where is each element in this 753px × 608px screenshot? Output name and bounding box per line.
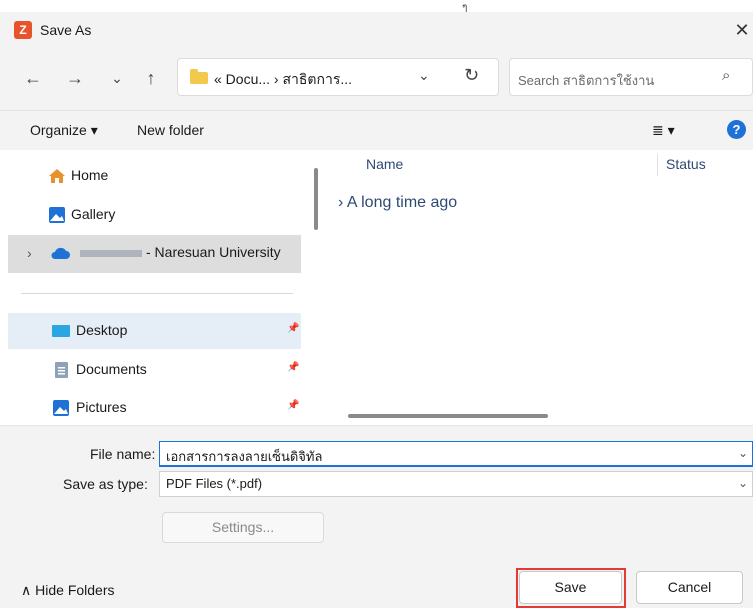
sidebar-item-label: Pictures — [76, 399, 127, 415]
sidebar-item-label: Documents — [76, 361, 147, 377]
file-list: Name Status › A long time ago — [326, 150, 753, 425]
command-bar: Organize ▾ New folder ≣ ▾ ? — [0, 110, 753, 150]
up-arrow-icon[interactable]: ↑ — [140, 66, 162, 90]
divider — [21, 293, 293, 294]
sidebar-item-documents[interactable]: Documents 📌 — [8, 352, 301, 388]
column-header-name[interactable]: Name — [366, 156, 403, 172]
search-icon[interactable]: ⌕ — [722, 67, 730, 84]
file-name-value: เอกสารการลงลายเซ็นดิจิทัล — [166, 449, 323, 464]
organize-button[interactable]: Organize ▾ — [30, 122, 98, 139]
chevron-down-icon[interactable]: ⌄ — [738, 446, 748, 460]
sidebar-item-onedrive[interactable]: › - Naresuan University — [8, 235, 301, 273]
gallery-icon — [49, 207, 65, 223]
home-icon — [49, 169, 65, 183]
hide-folders-button[interactable]: ∧ Hide Folders — [21, 582, 115, 599]
sidebar-item-label: Home — [71, 167, 109, 183]
save-type-value: PDF Files (*.pdf) — [166, 476, 263, 491]
column-header-status[interactable]: Status — [666, 156, 706, 172]
cancel-button[interactable]: Cancel — [636, 571, 743, 604]
title-bar: Z Save As ✕ — [0, 12, 753, 48]
forward-arrow-icon[interactable]: → — [64, 66, 86, 90]
desktop-icon — [52, 325, 70, 337]
refresh-icon[interactable]: ↻ — [464, 65, 479, 86]
save-options-panel: File name: เอกสารการลงลายเซ็นดิจิทัล ⌄ S… — [0, 425, 753, 608]
search-placeholder: Search สาธิตการใช้งาน — [518, 73, 655, 88]
horizontal-scrollbar[interactable] — [348, 414, 548, 418]
cloud-icon — [51, 247, 70, 259]
column-divider[interactable] — [657, 154, 658, 176]
back-arrow-icon[interactable]: ← — [22, 66, 44, 90]
search-input[interactable]: Search สาธิตการใช้งาน ⌕ — [509, 58, 753, 96]
sidebar-scrollbar[interactable] — [314, 168, 318, 230]
address-bar[interactable]: « Docu... › สาธิตการ... ⌄ ↻ — [177, 58, 499, 96]
navigation-bar: ← → ⌄ ↑ « Docu... › สาธิตการ... ⌄ ↻ Sear… — [0, 48, 753, 110]
sidebar-item-label: Desktop — [76, 322, 128, 338]
document-icon — [55, 362, 68, 378]
view-options-icon[interactable]: ≣ ▾ — [652, 122, 675, 139]
expand-chevron-icon[interactable]: › — [27, 245, 32, 261]
pin-icon[interactable]: 📌 — [287, 362, 299, 373]
pictures-icon — [53, 400, 69, 416]
sidebar-item-label: - Naresuan University — [146, 244, 281, 260]
sidebar-item-label: Gallery — [71, 206, 116, 222]
breadcrumb[interactable]: « Docu... › สาธิตการ... — [214, 69, 352, 91]
pin-icon[interactable]: 📌 — [287, 323, 299, 334]
window-title: Save As — [40, 22, 92, 38]
group-header[interactable]: › A long time ago — [338, 194, 457, 212]
close-icon[interactable]: ✕ — [731, 18, 753, 42]
sidebar-item-home[interactable]: Home — [8, 158, 301, 194]
save-type-label: Save as type: — [63, 476, 148, 492]
settings-button: Settings... — [162, 512, 324, 543]
pin-icon[interactable]: 📌 — [287, 400, 299, 411]
sidebar-item-pictures[interactable]: Pictures 📌 — [8, 390, 301, 426]
redacted-account-name — [80, 250, 142, 257]
file-name-field[interactable]: เอกสารการลงลายเซ็นดิจิทัล ⌄ — [159, 441, 753, 467]
navigation-pane: Home Gallery › - Naresuan University Des… — [8, 150, 301, 425]
sidebar-item-desktop[interactable]: Desktop 📌 — [8, 313, 301, 349]
chevron-down-icon[interactable]: ⌄ — [738, 476, 748, 490]
file-name-label: File name: — [90, 446, 156, 462]
help-icon[interactable]: ? — [727, 120, 746, 139]
app-icon: Z — [14, 21, 32, 39]
sidebar-item-gallery[interactable]: Gallery — [8, 197, 301, 233]
highlight-box — [516, 568, 626, 608]
save-type-select[interactable]: PDF Files (*.pdf) ⌄ — [159, 471, 753, 497]
new-folder-button[interactable]: New folder — [137, 122, 204, 138]
recent-locations-icon[interactable]: ⌄ — [106, 66, 128, 90]
address-dropdown-icon[interactable]: ⌄ — [418, 67, 430, 84]
folder-icon — [190, 69, 208, 84]
